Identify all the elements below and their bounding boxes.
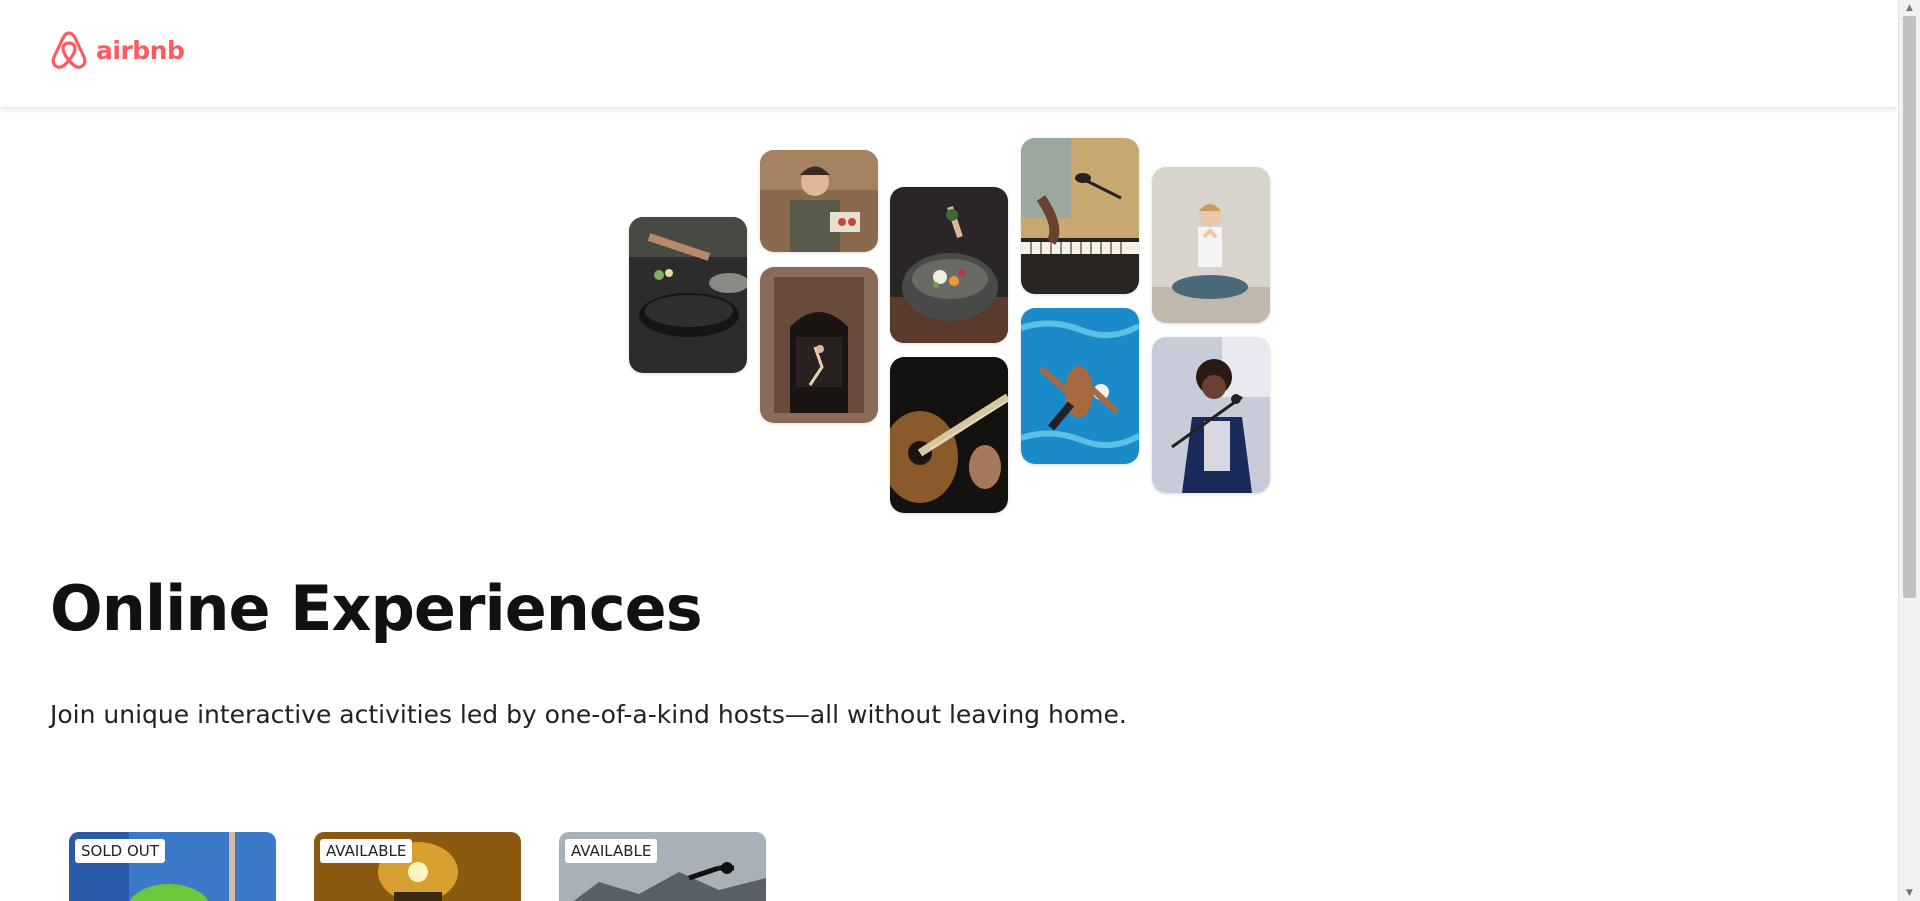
photo-singer xyxy=(1152,337,1270,493)
photo-host-portrait xyxy=(760,150,878,252)
experience-card[interactable]: AVAILABLE xyxy=(314,832,521,901)
top-navbar: airbnb xyxy=(0,0,1899,107)
photo-piano-mic xyxy=(1021,138,1139,294)
photo-swimmer xyxy=(1021,308,1139,464)
scrollbar-thumb[interactable] xyxy=(1903,16,1916,598)
page-title: Online Experiences xyxy=(50,572,703,645)
photo-food-bowl xyxy=(890,187,1008,343)
airbnb-logo-icon xyxy=(50,29,88,71)
status-badge: AVAILABLE xyxy=(565,839,658,863)
scroll-up-arrow-icon[interactable]: ▲ xyxy=(1899,0,1920,16)
photo-dancer-doorway xyxy=(760,267,878,423)
photo-cooking-pan xyxy=(629,217,747,373)
page-subtitle: Join unique interactive activities led b… xyxy=(50,700,1127,729)
photo-guitar xyxy=(890,357,1008,513)
status-badge: SOLD OUT xyxy=(75,839,165,863)
vertical-scrollbar[interactable]: ▲ ▼ xyxy=(1898,0,1920,901)
status-badge: AVAILABLE xyxy=(320,839,413,863)
experience-card[interactable]: SOLD OUT xyxy=(69,832,276,901)
airbnb-logo-link[interactable]: airbnb xyxy=(50,28,185,72)
experience-card[interactable]: AVAILABLE xyxy=(559,832,766,901)
photo-meditation xyxy=(1152,167,1270,323)
page: airbnb Online Experiences Join unique in… xyxy=(0,0,1920,901)
airbnb-logo-text: airbnb xyxy=(96,35,185,65)
scroll-down-arrow-icon[interactable]: ▼ xyxy=(1899,885,1920,901)
